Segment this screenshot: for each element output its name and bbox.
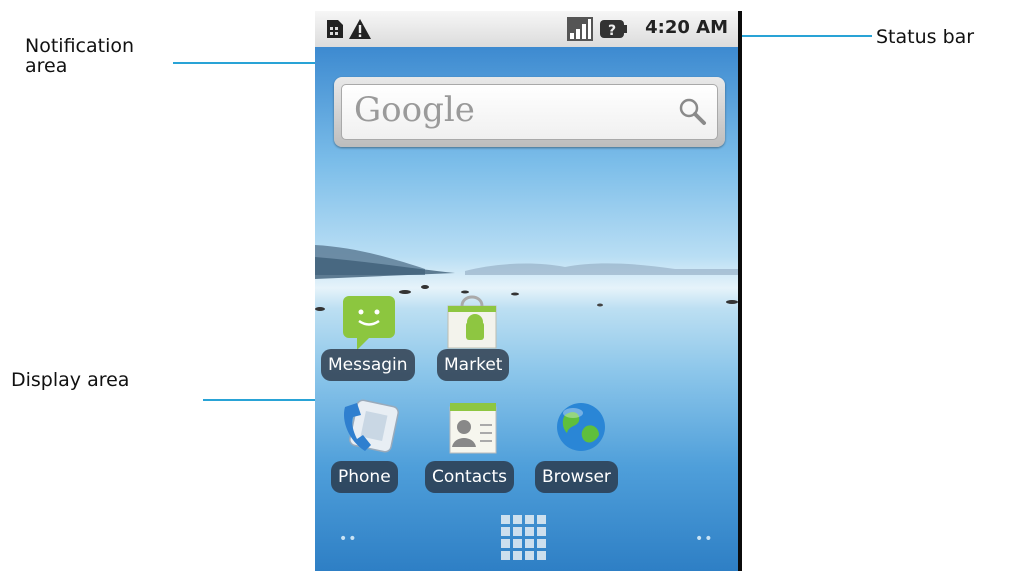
phone-icon[interactable] <box>339 397 399 457</box>
search-placeholder: Google <box>354 90 475 130</box>
notification-area-label-line1: Notification <box>25 35 135 57</box>
status-bar-pointer <box>720 35 872 37</box>
app-label-contacts[interactable]: Contacts <box>425 461 514 493</box>
messaging-icon[interactable] <box>339 292 399 352</box>
search-input[interactable]: Google <box>341 84 718 140</box>
status-bar-label: Status bar <box>876 26 975 48</box>
phone-bezel-edge <box>738 11 742 571</box>
google-search-widget[interactable]: Google <box>334 77 725 147</box>
dock-left-indicator[interactable]: •• <box>339 531 358 547</box>
app-label-market[interactable]: Market <box>437 349 510 381</box>
dock-right-indicator[interactable]: •• <box>695 531 714 547</box>
app-label-browser[interactable]: Browser <box>535 461 618 493</box>
signal-strength-icon <box>567 17 593 41</box>
app-drawer-icon[interactable] <box>499 513 551 565</box>
phone-screen: ? 4:20 AM Google Messagin Market Phone C… <box>315 11 738 571</box>
app-label-messaging[interactable]: Messagin <box>321 349 415 381</box>
status-bar-time: 4:20 AM <box>645 17 728 38</box>
notification-area-label-line2: area <box>25 55 68 77</box>
notification-area-pointer <box>173 62 318 64</box>
contacts-icon[interactable] <box>442 397 502 457</box>
magnifier-icon[interactable] <box>677 96 707 126</box>
warning-icon <box>349 19 371 39</box>
display-area-label: Display area <box>11 369 130 391</box>
battery-unknown-icon: ? <box>600 20 627 39</box>
svg-text:?: ? <box>608 23 616 39</box>
sim-card-icon <box>327 20 343 38</box>
market-icon[interactable] <box>442 292 502 352</box>
browser-icon[interactable] <box>551 397 611 457</box>
notification-area-callout: Notification area <box>25 36 134 76</box>
status-bar: ? 4:20 AM <box>315 11 738 47</box>
app-label-phone[interactable]: Phone <box>331 461 398 493</box>
